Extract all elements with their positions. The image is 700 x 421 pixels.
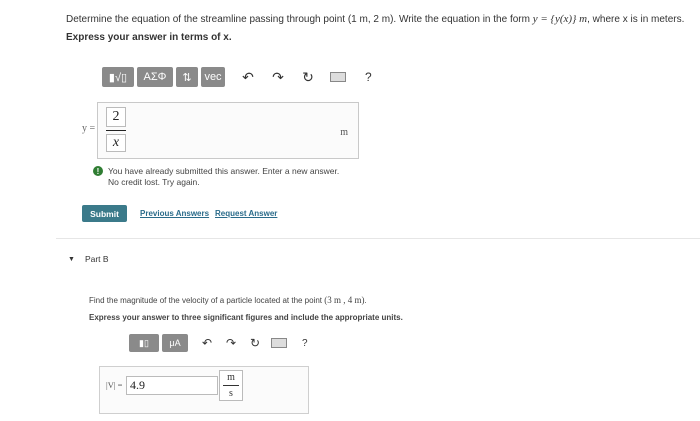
question-text: Determine the equation of the streamline… <box>66 13 684 25</box>
redo-icon[interactable]: ↷ <box>267 67 289 87</box>
question-prefix: Determine the equation of the streamline… <box>66 14 533 25</box>
submit-button[interactable]: Submit <box>82 205 127 222</box>
answer-input-area[interactable]: 2 x m <box>97 102 359 159</box>
undo-icon[interactable]: ↶ <box>237 67 259 87</box>
answer-fraction[interactable]: 2 x <box>106 107 126 152</box>
part-b-question: Find the magnitude of the velocity of a … <box>89 295 367 305</box>
math-toolbar: ▮√▯ ΑΣΦ ⇅ vec ↶ ↷ ↻ ? <box>102 66 372 88</box>
answer-denominator[interactable]: x <box>106 134 126 152</box>
greek-symbols-button[interactable]: ΑΣΦ <box>137 67 173 87</box>
chevron-down-icon[interactable]: ▼ <box>68 256 75 263</box>
express-instruction: Express your answer in terms of x. <box>66 32 232 43</box>
feedback-line-2: No credit lost. Try again. <box>108 177 200 187</box>
part-b-header[interactable]: ▼ Part B <box>68 254 109 264</box>
answer-numerator[interactable]: 2 <box>106 107 126 127</box>
redo-icon[interactable]: ↷ <box>222 333 240 353</box>
velocity-unit-input[interactable]: m s <box>219 370 243 401</box>
part-b-question-prefix: Find the magnitude of the velocity of a … <box>89 296 325 305</box>
unit-denominator: s <box>229 388 233 399</box>
template-button[interactable]: ▮√▯ <box>102 67 134 87</box>
arrows-button[interactable]: ⇅ <box>176 67 198 87</box>
question-math: y = {y(x)} m <box>532 13 588 25</box>
part-b-toolbar: ▮▯ μA ↶ ↷ ↻ ? <box>129 333 308 353</box>
feedback-message: You have already submitted this answer. … <box>108 166 339 188</box>
velocity-label: |V| = <box>106 380 123 390</box>
fraction-bar <box>106 130 126 131</box>
velocity-value-input[interactable]: 4.9 <box>126 376 218 395</box>
unit-label: m <box>340 127 348 138</box>
help-icon[interactable]: ? <box>302 338 308 349</box>
undo-icon[interactable]: ↶ <box>198 333 216 353</box>
help-icon[interactable]: ? <box>365 70 372 84</box>
keyboard-icon[interactable] <box>327 67 349 87</box>
vector-button[interactable]: vec <box>201 67 225 87</box>
keyboard-icon[interactable] <box>270 333 288 353</box>
part-b-title: Part B <box>84 254 109 264</box>
section-divider <box>56 238 700 239</box>
part-b-question-math: (3 m , 4 m) <box>324 295 365 305</box>
reset-icon[interactable]: ↻ <box>246 333 264 353</box>
alert-icon: ! <box>93 166 103 176</box>
previous-answers-link[interactable]: Previous Answers <box>140 209 209 218</box>
request-answer-link[interactable]: Request Answer <box>215 209 277 218</box>
y-label: y = <box>82 123 96 134</box>
reset-icon[interactable]: ↻ <box>297 67 319 87</box>
part-b-question-suffix: . <box>364 296 367 305</box>
question-suffix: , where x is in meters. <box>587 14 685 25</box>
part-b-express-instruction: Express your answer to three significant… <box>89 313 403 322</box>
template-button[interactable]: ▮▯ <box>129 334 159 352</box>
feedback-line-1: You have already submitted this answer. … <box>108 166 340 176</box>
units-button[interactable]: μA <box>162 334 188 352</box>
unit-numerator: m <box>227 372 235 383</box>
unit-fraction-bar <box>223 385 239 386</box>
